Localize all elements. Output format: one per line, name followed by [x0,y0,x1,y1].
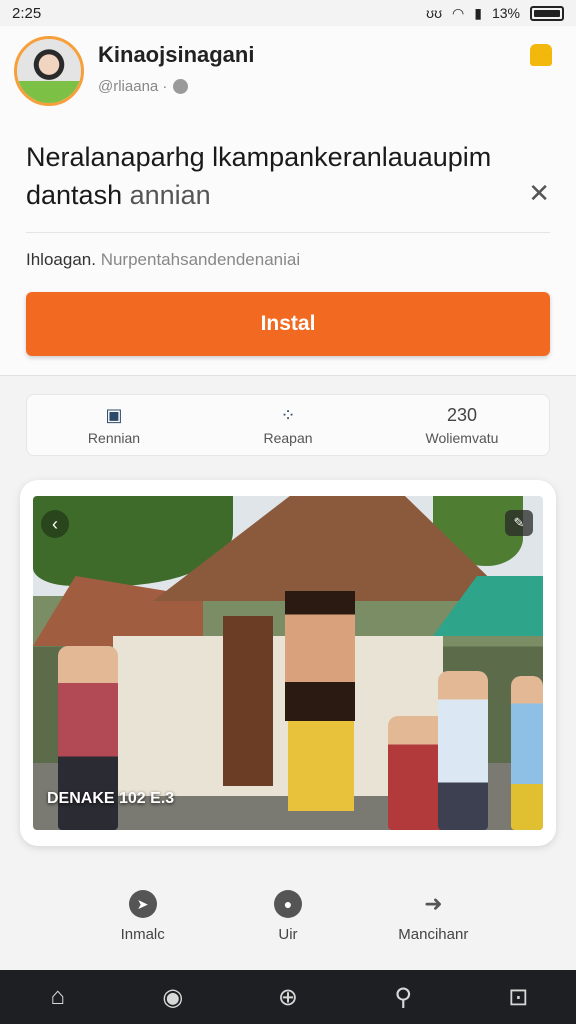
battery-percent: 13% [491,5,520,21]
forward-icon: ➜ [424,891,443,916]
stat-label: Reapan [263,430,313,446]
action-forward[interactable]: ➜ Mancihanr [373,890,493,954]
action-label: Mancihanr [398,926,469,943]
back-icon[interactable]: ‹ [41,510,69,538]
edit-icon[interactable]: ✎ [505,510,533,536]
headline-tail: annian [129,180,211,210]
search-icon[interactable]: ⚲ [373,983,433,1012]
avatar[interactable] [14,36,84,106]
action-share[interactable]: ➤ Inmalc [83,890,203,954]
stat-count: 230 [446,405,478,425]
bell-icon[interactable] [530,44,552,66]
window-icon: ▣ [105,405,123,425]
portrait [285,591,355,721]
install-button[interactable]: Instal [26,292,550,356]
meta-lead: Ihloagan. [26,250,96,269]
action-profile[interactable]: ● Uir [228,890,348,954]
status-time: 2:25 [12,4,42,22]
app-handle: @rliaana · [98,78,168,95]
action-label: Inmalc [120,926,165,943]
stats-bar: ▣ Rennian ⁘ Reapan 230 Woliemvatu [26,394,550,456]
person [438,671,488,830]
bottom-nav: ⌂ ◉ ⊕ ⚲ ⊡ [0,970,576,1024]
village-photo[interactable]: ‹ ✎ DENAKE 102 E.3 [33,496,543,830]
action-row: ➤ Inmalc ● Uir ➜ Mancihanr [0,890,576,954]
send-icon: ➤ [128,890,157,918]
status-indicators: ʊʊ ◠ ▮ 13% [426,5,564,22]
battery-icon [530,5,564,21]
house-door [223,616,273,786]
globe-icon [173,79,189,94]
person-icon: ● [273,890,302,918]
headline-main: Neralanaparhg lkampankeranlauaupim danta… [26,142,492,210]
stat-item[interactable]: ▣ Rennian [44,404,184,446]
sim-icon: ʊʊ [426,5,443,21]
app-subtitle: @rliaana · [98,78,189,95]
action-label: Uir [278,926,298,943]
headline: Neralanaparhg lkampankeranlauaupim danta… [26,138,526,214]
meta-line: Ihloagan. Nurpentahsandendenaniai [26,250,300,270]
meta-rest: Nurpentahsandendenaniai [100,250,301,269]
photo-caption: DENAKE 102 E.3 [47,790,175,807]
install-prompt-card: Kinaojsinagani @rliaana · Neralanaparhg … [0,26,576,376]
home-icon[interactable]: ⌂ [28,983,88,1011]
status-bar: 2:25 ʊʊ ◠ ▮ 13% [0,0,576,26]
stat-item[interactable]: 230 Woliemvatu [392,404,532,446]
close-icon[interactable]: ✕ [528,178,550,209]
photo-card[interactable]: ‹ ✎ DENAKE 102 E.3 [20,480,556,846]
banner [288,721,354,811]
inbox-icon[interactable]: ⊡ [488,983,548,1012]
wifi-icon: ◠ [452,4,465,21]
person [511,676,543,830]
add-icon[interactable]: ⊕ [258,983,318,1012]
stat-item[interactable]: ⁘ Reapan [218,404,358,446]
stat-label: Woliemvatu [425,430,499,446]
divider [26,232,550,233]
profile-icon[interactable]: ◉ [143,983,203,1012]
stat-label: Rennian [87,430,141,446]
signal-icon: ▮ [474,4,482,21]
app-name: Kinaojsinagani [98,42,255,67]
dots-icon: ⁘ [280,405,296,425]
